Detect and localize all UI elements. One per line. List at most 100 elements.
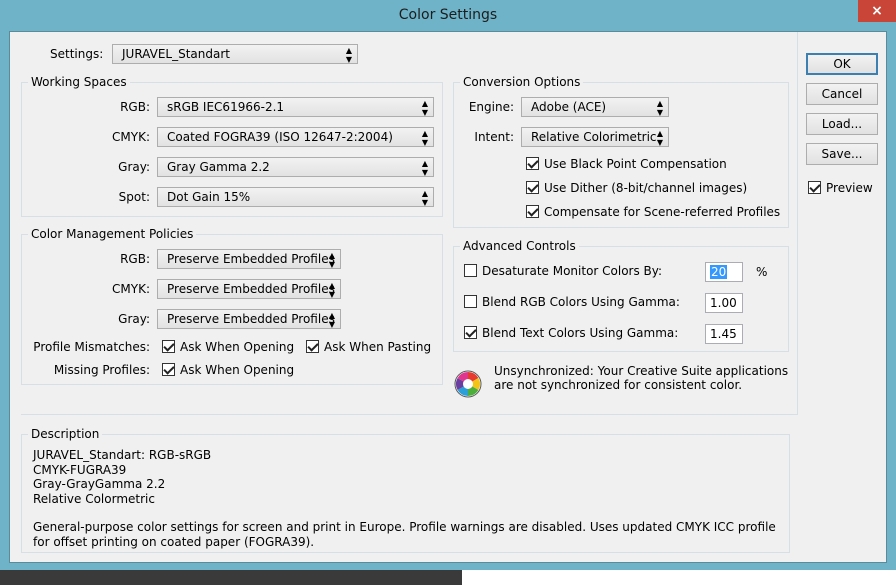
policy-rgb-value: Preserve Embedded Profiles [167, 252, 335, 266]
window-title: Color Settings [398, 7, 498, 23]
policies-legend: Color Management Policies [31, 227, 194, 241]
checkbox-checked-icon [808, 181, 821, 194]
ws-cmyk-label: CMYK: [112, 130, 150, 144]
description-line3: Gray-GrayGamma 2.2 [33, 477, 166, 491]
updown-arrow-icon: ▲ ▼ [421, 99, 429, 117]
settings-label: Settings: [50, 47, 104, 61]
background-strip-dark [0, 570, 462, 585]
checkbox-checked-icon [306, 340, 319, 353]
policy-cmyk-dropdown[interactable]: Preserve Embedded Profiles ▲ ▼ [157, 279, 341, 299]
ws-spot-label: Spot: [118, 190, 150, 204]
ask-when-opening-label: Ask When Opening [180, 340, 295, 354]
use-dither-checkbox[interactable]: Use Dither (8-bit/channel images) [526, 180, 747, 196]
updown-arrow-icon: ▲ ▼ [328, 251, 336, 269]
desaturate-input[interactable]: 20 [705, 262, 743, 282]
black-point-label: Use Black Point Compensation [544, 157, 727, 171]
settings-dropdown[interactable]: JURAVEL_Standart ▲ ▼ [112, 44, 358, 64]
conversion-options-legend: Conversion Options [463, 75, 581, 89]
advanced-controls-legend: Advanced Controls [463, 239, 576, 253]
description-line1: JURAVEL_Standart: RGB-sRGB [33, 448, 212, 462]
load-button[interactable]: Load... [806, 113, 878, 135]
engine-value: Adobe (ACE) [531, 100, 607, 114]
blend-text-input[interactable]: 1.45 [705, 324, 743, 344]
ws-cmyk-dropdown[interactable]: Coated FOGRA39 (ISO 12647-2:2004) ▲ ▼ [157, 127, 434, 147]
color-settings-window: Color Settings × Settings: JURAVEL_Stand… [0, 0, 896, 569]
updown-arrow-icon: ▲ ▼ [656, 129, 664, 147]
engine-dropdown[interactable]: Adobe (ACE) ▲ ▼ [521, 97, 669, 117]
dialog-body: Settings: JURAVEL_Standart ▲ ▼ Working Sp… [9, 31, 887, 563]
checkbox-checked-icon [526, 181, 539, 194]
policy-gray-dropdown[interactable]: Preserve Embedded Profiles ▲ ▼ [157, 309, 341, 329]
ask-when-pasting-label: Ask When Pasting [324, 340, 432, 354]
blend-rgb-input[interactable]: 1.00 [705, 293, 743, 313]
policy-cmyk-value: Preserve Embedded Profiles [167, 282, 335, 296]
desaturate-unit: % [756, 265, 768, 279]
intent-value: Relative Colorimetric [531, 130, 657, 144]
ws-rgb-label: RGB: [120, 100, 150, 114]
blend-rgb-label: Blend RGB Colors Using Gamma: [482, 295, 680, 309]
description-text: JURAVEL_Standart: RGB-sRGB CMYK-FUGRA39 … [33, 448, 793, 549]
updown-arrow-icon: ▲ ▼ [421, 189, 429, 207]
checkbox-checked-icon [526, 157, 539, 170]
updown-arrow-icon: ▲ ▼ [656, 99, 664, 117]
ok-button[interactable]: OK [806, 53, 878, 75]
ask-when-opening-checkbox[interactable]: Ask When Opening [162, 339, 294, 355]
save-button[interactable]: Save... [806, 143, 878, 165]
desaturate-label: Desaturate Monitor Colors By: [482, 264, 663, 278]
preview-label: Preview [826, 181, 873, 195]
checkbox-unchecked-icon [464, 295, 477, 308]
background-strip-white [462, 570, 896, 585]
ws-gray-label: Gray: [118, 160, 150, 174]
ws-gray-dropdown[interactable]: Gray Gamma 2.2 ▲ ▼ [157, 157, 434, 177]
black-point-compensation-checkbox[interactable]: Use Black Point Compensation [526, 156, 727, 172]
blend-text-checkbox[interactable]: Blend Text Colors Using Gamma: [464, 325, 678, 341]
color-wheel-icon [454, 370, 482, 398]
ask-when-pasting-checkbox[interactable]: Ask When Pasting [306, 339, 431, 355]
policy-gray-label: Gray: [118, 312, 150, 326]
description-line2: CMYK-FUGRA39 [33, 462, 127, 477]
missing-profiles-label: Missing Profiles: [53, 363, 150, 377]
ws-spot-value: Dot Gain 15% [167, 190, 251, 204]
checkbox-unchecked-icon [464, 264, 477, 277]
preview-checkbox[interactable]: Preview [808, 180, 873, 196]
close-button[interactable]: × [858, 0, 896, 22]
intent-dropdown[interactable]: Relative Colorimetric ▲ ▼ [521, 127, 669, 147]
checkbox-checked-icon [162, 340, 175, 353]
sync-status-line2: are not synchronized for consistent colo… [494, 378, 743, 392]
profile-mismatches-label: Profile Mismatches: [33, 340, 150, 354]
scene-referred-checkbox[interactable]: Compensate for Scene-referred Profiles [526, 204, 780, 220]
ws-rgb-value: sRGB IEC61966-2.1 [167, 100, 285, 114]
policy-cmyk-label: CMYK: [112, 282, 150, 296]
policy-gray-value: Preserve Embedded Profiles [167, 312, 335, 326]
checkbox-checked-icon [162, 363, 175, 376]
ws-cmyk-value: Coated FOGRA39 (ISO 12647-2:2004) [167, 130, 393, 144]
use-dither-label: Use Dither (8-bit/channel images) [544, 181, 748, 195]
missing-ask-when-opening-checkbox[interactable]: Ask When Opening [162, 362, 294, 378]
description-legend: Description [31, 427, 100, 441]
policy-rgb-label: RGB: [120, 252, 150, 266]
blend-text-value: 1.45 [710, 327, 737, 341]
desaturate-value: 20 [710, 265, 728, 279]
updown-arrow-icon: ▲ ▼ [328, 311, 336, 329]
policy-rgb-dropdown[interactable]: Preserve Embedded Profiles ▲ ▼ [157, 249, 341, 269]
blend-rgb-value: 1.00 [710, 296, 737, 310]
checkbox-checked-icon [526, 205, 539, 218]
description-line4: Relative Colormetric [33, 491, 155, 506]
ws-gray-value: Gray Gamma 2.2 [167, 160, 270, 174]
intent-label: Intent: [474, 130, 514, 144]
cancel-button[interactable]: Cancel [806, 83, 878, 105]
settings-value: JURAVEL_Standart [122, 47, 230, 61]
ws-rgb-dropdown[interactable]: sRGB IEC61966-2.1 ▲ ▼ [157, 97, 434, 117]
description-paragraph: General-purpose color settings for scree… [33, 520, 776, 549]
sync-status-line1: Unsynchronized: Your Creative Suite appl… [494, 364, 789, 378]
missing-ask-when-opening-label: Ask When Opening [180, 363, 295, 377]
scene-referred-label: Compensate for Scene-referred Profiles [544, 205, 781, 219]
desaturate-checkbox[interactable]: Desaturate Monitor Colors By: [464, 263, 662, 279]
updown-arrow-icon: ▲ ▼ [345, 46, 353, 64]
ws-spot-dropdown[interactable]: Dot Gain 15% ▲ ▼ [157, 187, 434, 207]
updown-arrow-icon: ▲ ▼ [421, 129, 429, 147]
checkbox-checked-icon [464, 326, 477, 339]
updown-arrow-icon: ▲ ▼ [421, 159, 429, 177]
blend-rgb-checkbox[interactable]: Blend RGB Colors Using Gamma: [464, 294, 680, 310]
blend-text-label: Blend Text Colors Using Gamma: [482, 326, 679, 340]
